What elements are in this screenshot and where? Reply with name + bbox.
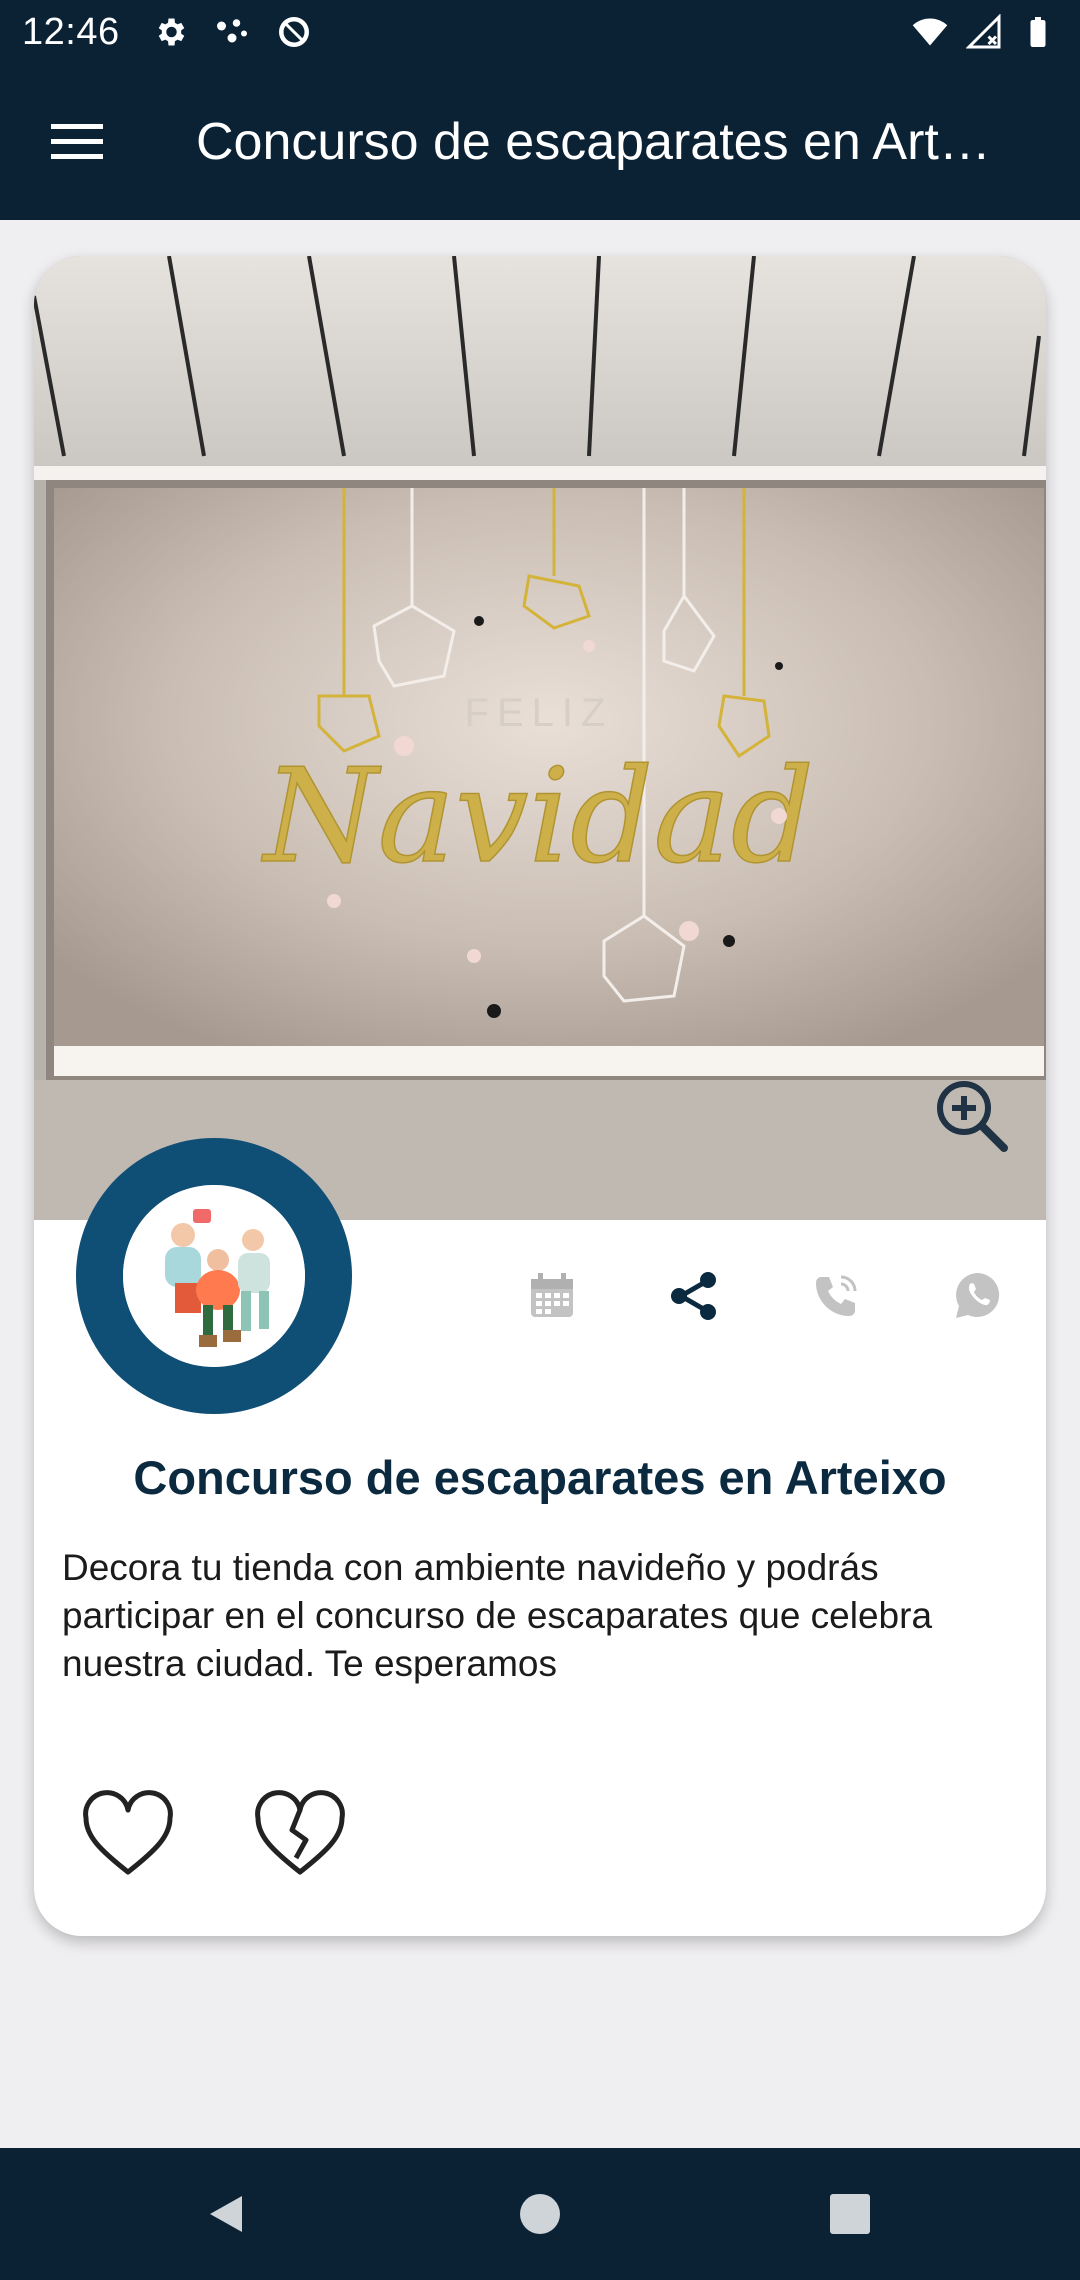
home-icon[interactable] (474, 2148, 606, 2280)
whatsapp-icon[interactable] (938, 1256, 1018, 1336)
app-bar: Concurso de escaparates en Arteixo (0, 64, 1080, 220)
action-bar (34, 1256, 1046, 1346)
event-card: FELIZ Navidad Concurso de escaparates en… (34, 256, 1046, 1936)
navigation-bar (0, 2148, 1080, 2280)
like-heart-icon[interactable] (78, 1786, 178, 1886)
recents-icon[interactable] (784, 2148, 916, 2280)
hamburger-menu-icon[interactable] (22, 64, 132, 220)
feliz-text: FELIZ (465, 691, 614, 735)
calendar-icon[interactable] (512, 1256, 592, 1336)
navidad-text: Navidad (261, 740, 814, 892)
share-icon[interactable] (654, 1256, 734, 1336)
back-icon[interactable] (160, 2148, 292, 2280)
dislike-broken-heart-icon[interactable] (250, 1786, 350, 1886)
status-time: 12:46 (22, 10, 120, 53)
status-bar: 12:46 (0, 0, 1080, 64)
signal-icon (964, 12, 1004, 52)
dots-icon (212, 12, 252, 52)
card-title: Concurso de escaparates en Arteixo (133, 1451, 947, 1504)
battery-icon (1018, 12, 1058, 52)
wifi-icon (910, 12, 950, 52)
page-title: Concurso de escaparates en Arteixo (196, 113, 1016, 171)
shop-window-image[interactable]: FELIZ Navidad (34, 256, 1046, 1220)
gear-icon (150, 12, 190, 52)
card-description: Decora tu tienda con ambiente navideño y… (62, 1547, 933, 1684)
reactions (78, 1786, 350, 1886)
data-saver-icon (274, 12, 314, 52)
zoom-in-icon[interactable] (932, 1076, 1012, 1156)
phone-icon[interactable] (796, 1256, 876, 1336)
